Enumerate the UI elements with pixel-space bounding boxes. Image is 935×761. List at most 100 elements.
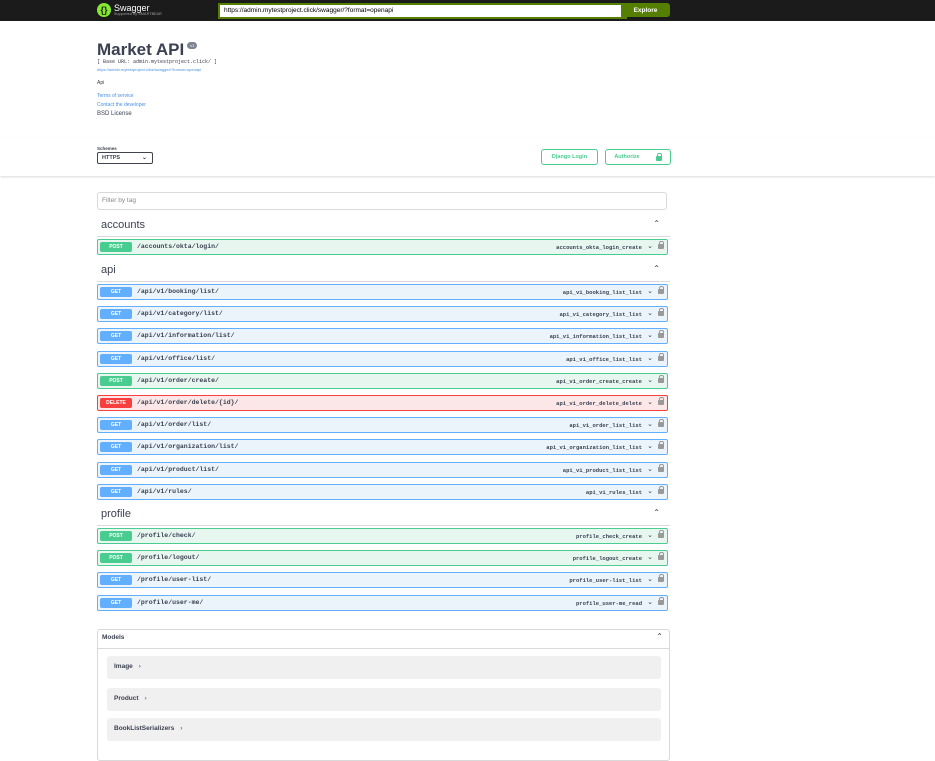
- tag-header-accounts[interactable]: accounts ⌃: [97, 215, 670, 237]
- operation-id: api_v1_office_list_list: [566, 356, 642, 363]
- chevron-down-icon[interactable]: ⌄: [647, 398, 653, 406]
- filter-by-tag-input[interactable]: Filter by tag: [97, 192, 667, 210]
- scheme-select[interactable]: HTTPS ⌄: [97, 152, 153, 164]
- model-item[interactable]: Image ›: [107, 656, 661, 679]
- chevron-down-icon[interactable]: ⌄: [647, 598, 653, 606]
- chevron-up-icon[interactable]: ⌃: [653, 264, 660, 273]
- lock-icon[interactable]: [658, 241, 664, 249]
- chevron-down-icon[interactable]: ⌄: [647, 354, 653, 362]
- operation-id: api_v1_order_delete_delete: [556, 400, 642, 407]
- chevron-down-icon[interactable]: ⌄: [647, 553, 653, 561]
- model-item[interactable]: Product ›: [107, 688, 661, 711]
- model-item[interactable]: BookListSerializers ›: [107, 718, 661, 741]
- spec-link[interactable]: https://admin.mytestproject.click/swagge…: [97, 67, 217, 72]
- chevron-down-icon[interactable]: ⌄: [647, 331, 653, 339]
- operation-row[interactable]: GET/api/v1/product/list/api_v1_product_l…: [97, 462, 668, 478]
- operation-path: /api/v1/category/list/: [137, 310, 223, 317]
- chevron-down-icon[interactable]: ⌄: [647, 287, 653, 295]
- method-badge: GET: [100, 331, 132, 341]
- tag-name: profile: [101, 508, 131, 520]
- operation-id: profile_check_create: [575, 533, 642, 540]
- lock-icon[interactable]: [658, 597, 664, 605]
- operation-path: /api/v1/organization/list/: [137, 443, 239, 450]
- lock-icon[interactable]: [658, 375, 664, 383]
- chevron-up-icon[interactable]: ⌃: [656, 632, 663, 641]
- swagger-logo-icon: {}: [97, 3, 111, 17]
- operation-row[interactable]: GET/api/v1/order/list/api_v1_order_list_…: [97, 417, 668, 433]
- lock-icon[interactable]: [658, 353, 664, 361]
- operation-path: /api/v1/order/create/: [137, 377, 219, 384]
- operation-id: api_v1_information_list_list: [549, 333, 642, 340]
- operation-row[interactable]: GET/api/v1/information/list/api_v1_infor…: [97, 328, 668, 344]
- operation-row[interactable]: POST/api/v1/order/create/api_v1_order_cr…: [97, 373, 668, 389]
- authorize-label: Authorize: [614, 154, 640, 160]
- lock-icon[interactable]: [658, 308, 664, 316]
- operation-path: /profile/check/: [137, 532, 196, 539]
- operation-path: /api/v1/product/list/: [137, 466, 219, 473]
- chevron-down-icon[interactable]: ⌄: [647, 465, 653, 473]
- chevron-down-icon[interactable]: ⌄: [647, 376, 653, 384]
- operation-path: /api/v1/office/list/: [137, 355, 216, 362]
- lock-icon[interactable]: [658, 419, 664, 427]
- operation-row[interactable]: GET/api/v1/office/list/api_v1_office_lis…: [97, 351, 668, 367]
- lock-icon[interactable]: [658, 397, 664, 405]
- operation-row[interactable]: GET/api/v1/organization/list/api_v1_orga…: [97, 439, 668, 455]
- operation-row[interactable]: POST/profile/check/profile_check_create ⌄: [97, 528, 668, 544]
- chevron-down-icon[interactable]: ⌄: [647, 242, 653, 250]
- django-login-button[interactable]: Django Login: [541, 149, 598, 165]
- operation-path: /api/v1/booking/list/: [137, 288, 219, 295]
- explore-button[interactable]: Explore: [621, 3, 670, 17]
- chevron-down-icon: ⌄: [141, 155, 147, 161]
- lock-icon[interactable]: [658, 552, 664, 560]
- tag-header-profile[interactable]: profile ⌃: [97, 504, 670, 526]
- operation-id: api_v1_organization_list_list: [546, 444, 642, 451]
- chevron-down-icon[interactable]: ⌄: [647, 442, 653, 450]
- operation-row[interactable]: GET/profile/user-me/profile_user-me_read…: [97, 595, 668, 611]
- operation-id: api_v1_rules_list: [585, 489, 642, 496]
- lock-icon[interactable]: [658, 486, 664, 494]
- lock-icon[interactable]: [658, 286, 664, 294]
- method-badge: GET: [100, 442, 132, 452]
- chevron-down-icon[interactable]: ⌄: [647, 309, 653, 317]
- operation-row[interactable]: DELETE/api/v1/order/delete/{id}/ api_v1_o…: [97, 395, 668, 411]
- operation-id: api_v1_booking_list_list: [562, 289, 642, 296]
- operation-row[interactable]: POST/accounts/okta/login/accounts_okta_l…: [97, 239, 668, 255]
- operation-row[interactable]: POST/profile/logout/profile_logout_creat…: [97, 550, 668, 566]
- logo-subtext: Supported by SMARTBEAR: [114, 11, 162, 16]
- models-title[interactable]: Models: [102, 634, 124, 641]
- operation-row[interactable]: GET/api/v1/category/list/api_v1_category…: [97, 306, 668, 322]
- operation-id: api_v1_order_list_list: [569, 422, 642, 429]
- lock-icon[interactable]: [658, 330, 664, 338]
- tag-header-api[interactable]: api ⌃: [97, 260, 670, 282]
- chevron-down-icon[interactable]: ⌄: [647, 487, 653, 495]
- lock-icon[interactable]: [658, 441, 664, 449]
- operation-row[interactable]: GET/api/v1/rules/api_v1_rules_list ⌄: [97, 484, 668, 500]
- swagger-logo[interactable]: {} Swagger Supported by SMARTBEAR: [97, 2, 162, 18]
- lock-icon[interactable]: [658, 530, 664, 538]
- tag-name: accounts: [101, 219, 146, 231]
- operation-row[interactable]: GET/api/v1/booking/list/api_v1_booking_l…: [97, 284, 668, 300]
- chevron-right-icon: ›: [144, 696, 147, 702]
- license-text: BSD License: [97, 111, 132, 117]
- chevron-down-icon[interactable]: ⌄: [647, 531, 653, 539]
- base-url: [ Base URL: admin.mytestproject.click/ ]: [97, 59, 218, 65]
- tag-name: api: [101, 264, 116, 276]
- chevron-down-icon[interactable]: ⌄: [647, 575, 653, 583]
- chevron-up-icon[interactable]: ⌃: [653, 508, 660, 517]
- method-badge: GET: [100, 420, 132, 430]
- operation-id: api_v1_category_list_list: [559, 311, 642, 318]
- lock-icon[interactable]: [658, 574, 664, 582]
- chevron-up-icon[interactable]: ⌃: [653, 219, 660, 228]
- lock-icon[interactable]: [658, 464, 664, 472]
- operation-row[interactable]: GET/profile/user-list/profile_user-list_…: [97, 572, 668, 588]
- version-badge: v1: [187, 42, 198, 49]
- method-badge: POST: [100, 242, 132, 252]
- terms-link[interactable]: Terms of service: [97, 92, 146, 101]
- api-title: Market API: [97, 40, 185, 59]
- operation-path: /profile/user-list/: [137, 576, 212, 583]
- authorize-button[interactable]: Authorize: [605, 149, 671, 165]
- spec-url-input[interactable]: https://admin.mytestproject.click/swagge…: [218, 3, 627, 19]
- contact-link[interactable]: Contact the developer: [97, 101, 146, 110]
- model-name: Product: [114, 695, 139, 702]
- chevron-down-icon[interactable]: ⌄: [647, 420, 653, 428]
